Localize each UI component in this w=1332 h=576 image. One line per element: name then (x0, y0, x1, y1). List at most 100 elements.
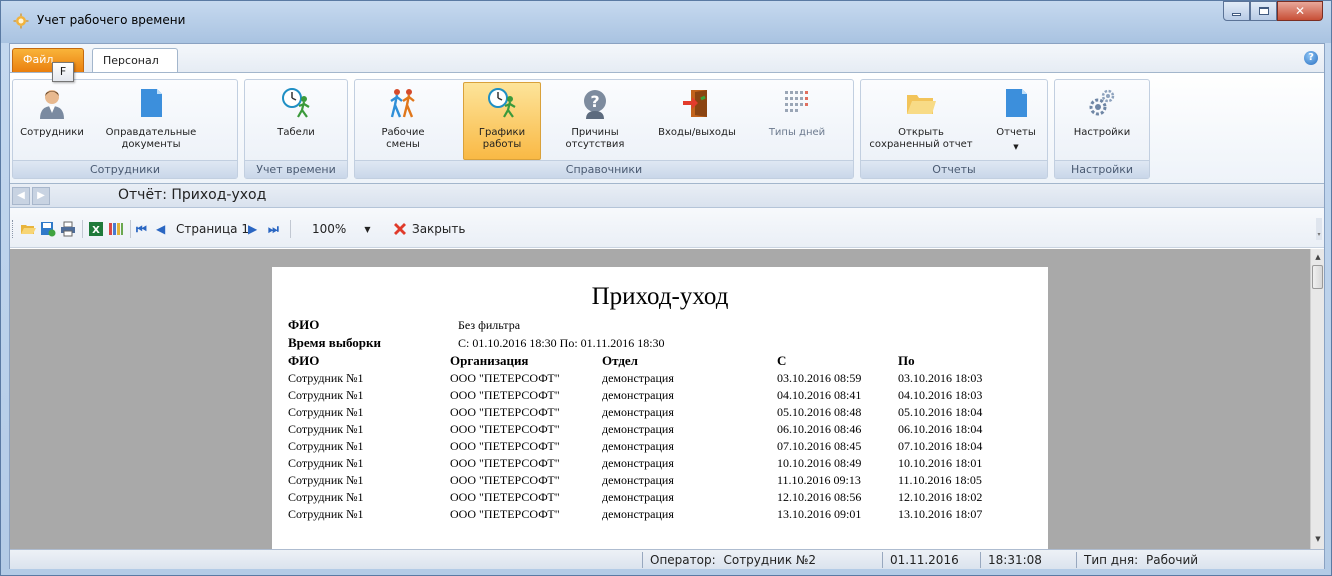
save-button[interactable] (40, 220, 56, 238)
red-x-icon (394, 223, 406, 235)
meta-value-fio: Без фильтра (458, 318, 521, 332)
entries-exits-button[interactable]: Входы/выходы (649, 82, 745, 160)
group-reports: Открыть сохраненный отчет Отчеты ▼ Отчет… (860, 79, 1048, 179)
toolbar-grip[interactable] (12, 220, 15, 238)
open-file-button[interactable] (20, 220, 36, 238)
group-employees: Сотрудники Оправдательные документы Сотр… (12, 79, 238, 179)
work-shifts-label: Рабочие смены (381, 127, 425, 150)
help-icon[interactable]: ? (1304, 51, 1318, 65)
day-types-label: Типы дней (768, 127, 826, 138)
cell-department: демонстрация (602, 439, 674, 453)
dropdown-arrow-icon: ▼ (1013, 143, 1019, 151)
columns-button[interactable] (108, 220, 124, 238)
work-schedules-button[interactable]: Графики работы (463, 82, 541, 160)
meta-label-period: Время выборки (288, 335, 382, 350)
cell-to: 11.10.2016 18:05 (898, 473, 982, 487)
cell-department: демонстрация (602, 473, 674, 487)
cell-fio: Сотрудник №1 (288, 507, 364, 521)
scroll-down-icon[interactable]: ▼ (1313, 535, 1323, 545)
close-window-button[interactable]: ✕ (1277, 1, 1323, 21)
excel-icon: X (89, 222, 103, 236)
group-references: Рабочие смены Графики работы ? Причины о… (354, 79, 854, 179)
justification-docs-button[interactable]: Оправдательные документы (97, 82, 205, 160)
zoom-select[interactable]: 100% ▼ (312, 220, 370, 238)
cell-department: демонстрация (602, 371, 674, 385)
folder-icon (907, 95, 936, 114)
table-row: Сотрудник №1 ООО "ПЕТЕРСОФТ" демонстрация 1… (272, 473, 1048, 490)
back-arrow-icon[interactable]: ◀ (12, 187, 30, 205)
absence-reasons-button[interactable]: ? Причины отсутствия (555, 82, 635, 160)
ribbon-tab-strip: Файл F Персонал ? (10, 44, 1324, 82)
cell-department: демонстрация (602, 507, 674, 521)
status-daytype: Тип дня: Рабочий (1084, 553, 1198, 567)
cell-from: 04.10.2016 08:41 (777, 388, 862, 402)
col-header-to: По (898, 353, 915, 368)
cell-department: демонстрация (602, 405, 674, 419)
cell-to: 05.10.2016 18:04 (898, 405, 983, 419)
scroll-up-icon[interactable]: ▲ (1313, 253, 1323, 263)
group-employees-label: Сотрудники (13, 160, 237, 178)
tab-personal[interactable]: Персонал (92, 48, 178, 73)
timesheets-button[interactable]: Табели (263, 82, 329, 160)
reports-button[interactable]: Отчеты ▼ (989, 82, 1043, 160)
table-row: Сотрудник №1 ООО "ПЕТЕРСОФТ" демонстрация 0… (272, 388, 1048, 405)
status-daytype-label: Тип дня: (1084, 553, 1139, 567)
schedule-clock-icon (488, 88, 516, 118)
print-button[interactable] (60, 220, 76, 238)
door-icon (683, 90, 707, 117)
open-saved-report-label: Открыть сохраненный отчет (869, 127, 973, 150)
cell-to: 07.10.2016 18:04 (898, 439, 983, 453)
col-header-department: Отдел (602, 353, 638, 368)
cell-from: 13.10.2016 09:01 (777, 507, 862, 521)
cell-to: 12.10.2016 18:02 (898, 490, 983, 504)
forward-arrow-icon[interactable]: ▶ (32, 187, 50, 205)
clock-walker-icon (282, 88, 310, 118)
vertical-scrollbar[interactable]: ▲ ▼ (1310, 249, 1324, 549)
report-document-icon (1006, 89, 1027, 117)
table-row: Сотрудник №1 ООО "ПЕТЕРСОФТ" демонстрация 0… (272, 422, 1048, 439)
open-saved-report-button[interactable]: Открыть сохраненный отчет (865, 82, 977, 160)
cell-organization: ООО "ПЕТЕРСОФТ" (450, 507, 560, 521)
cell-organization: ООО "ПЕТЕРСОФТ" (450, 439, 560, 453)
day-types-button[interactable]: Типы дней (763, 82, 831, 160)
title-bar[interactable]: Учет рабочего времени ✕ (1, 1, 1331, 43)
report-viewer[interactable]: Приход-уход ФИО Без фильтра Время выборк… (10, 249, 1310, 549)
cell-fio: Сотрудник №1 (288, 473, 364, 487)
prev-page-icon[interactable]: ◀ (156, 220, 165, 238)
cell-organization: ООО "ПЕТЕРСОФТ" (450, 371, 560, 385)
open-folder-icon (21, 225, 36, 234)
ribbon-panel: Сотрудники Оправдательные документы Сотр… (10, 72, 1324, 184)
cell-from: 05.10.2016 08:48 (777, 405, 862, 419)
cell-organization: ООО "ПЕТЕРСОФТ" (450, 422, 560, 436)
cell-fio: Сотрудник №1 (288, 456, 364, 470)
table-row: Сотрудник №1 ООО "ПЕТЕРСОФТ" демонстрация 1… (272, 490, 1048, 507)
scroll-thumb[interactable] (1312, 265, 1323, 289)
page-indicator: Страница 1 (176, 222, 249, 236)
calendar-grid-icon (785, 91, 808, 112)
table-row: Сотрудник №1 ООО "ПЕТЕРСОФТ" демонстрация 1… (272, 507, 1048, 524)
minimize-button[interactable] (1223, 1, 1250, 21)
employee-icon (40, 90, 64, 119)
cell-from: 03.10.2016 08:59 (777, 371, 862, 385)
cell-to: 04.10.2016 18:03 (898, 388, 983, 402)
group-settings-label: Настройки (1055, 160, 1149, 178)
report-page: Приход-уход ФИО Без фильтра Время выборк… (272, 267, 1048, 549)
settings-button[interactable]: Настройки (1063, 82, 1141, 160)
cell-fio: Сотрудник №1 (288, 388, 364, 402)
cell-from: 07.10.2016 08:45 (777, 439, 862, 453)
zoom-value: 100% (312, 222, 347, 236)
employees-button[interactable]: Сотрудники (17, 82, 87, 160)
group-time-tracking-label: Учет времени (245, 160, 347, 178)
settings-label: Настройки (1073, 127, 1131, 138)
first-page-icon[interactable]: ⏮ (136, 220, 147, 238)
group-references-label: Справочники (355, 160, 853, 178)
maximize-button[interactable] (1250, 1, 1277, 21)
close-report-button[interactable]: Закрыть (392, 220, 465, 238)
last-page-icon[interactable]: ⏭ (268, 220, 279, 238)
work-shifts-button[interactable]: Рабочие смены (363, 82, 443, 160)
group-time-tracking: Табели Учет времени (244, 79, 348, 179)
cell-from: 10.10.2016 08:49 (777, 456, 862, 470)
toolbar-overflow-icon[interactable]: ▾ (1316, 218, 1322, 240)
export-excel-button[interactable]: X (88, 220, 104, 238)
next-page-icon[interactable]: ▶ (248, 220, 257, 238)
